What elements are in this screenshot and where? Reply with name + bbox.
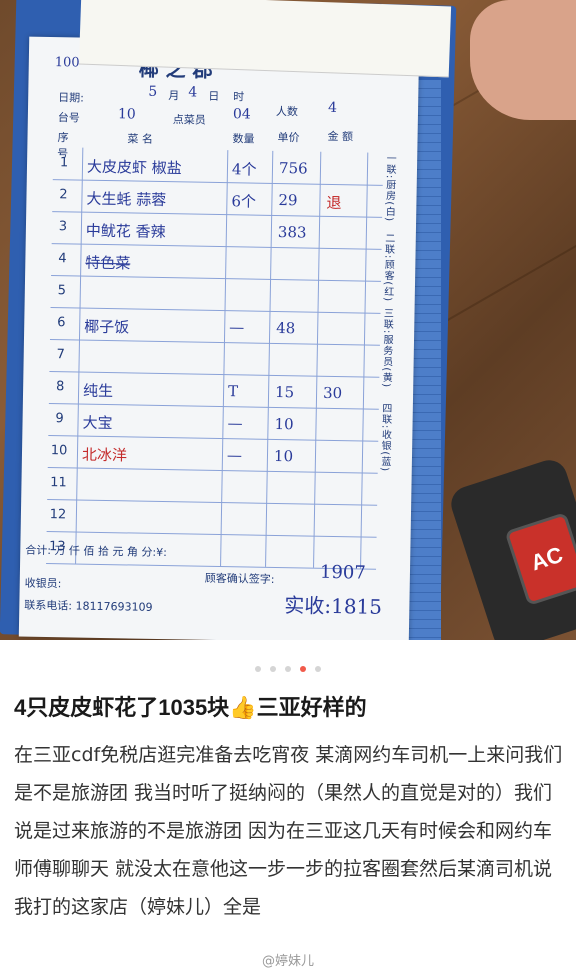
row-divider	[49, 339, 380, 346]
pager-dot[interactable]	[285, 666, 291, 672]
row-price: 48	[276, 318, 296, 338]
total-label: 合计: 万 仟 佰 拾 元 角 分:¥:	[25, 543, 167, 560]
row-divider	[48, 435, 379, 442]
row-n: 5	[57, 283, 67, 299]
handwritten-total: 1907	[319, 561, 366, 584]
date-month: 5	[148, 83, 158, 100]
row-divider	[51, 243, 382, 250]
cashier-label: 收银员:	[24, 576, 62, 591]
receipt-corner-number: 100	[54, 55, 80, 71]
row-n: 10	[50, 443, 68, 459]
row-price: 756	[278, 159, 308, 178]
row-divider	[50, 307, 381, 314]
day-unit: 日	[208, 89, 220, 103]
hour-unit: 时	[233, 90, 245, 104]
row-price: 10	[274, 414, 294, 434]
row-amount: 30	[322, 383, 343, 403]
row-n: 12	[49, 507, 67, 523]
row-n: 4	[58, 251, 67, 267]
row-qty: 6个	[231, 192, 257, 211]
row-divider	[47, 499, 378, 506]
row-price: 10	[273, 446, 294, 466]
pager-dot-active[interactable]	[300, 666, 307, 672]
month-unit: 月	[168, 89, 180, 103]
row-price: 15	[274, 382, 295, 402]
row-amount: 退	[326, 193, 342, 213]
col-divider	[220, 150, 229, 567]
post-title: 4只皮皮虾花了1035块👍三亚好样的	[14, 695, 367, 720]
pager-dot[interactable]	[254, 666, 261, 672]
table-number: 10	[117, 106, 136, 123]
watermark: @婷妹儿	[262, 954, 315, 969]
row-n: 6	[57, 315, 66, 331]
row-dish: 椰子饭	[84, 317, 130, 337]
row-n: 3	[58, 219, 68, 235]
guests-count: 4	[327, 99, 338, 117]
receipt-paper: 100 椰 之 郡 日期: 5 月 4 日 时 台号 10 点菜员 04 人数 …	[18, 36, 420, 640]
row-qty: T	[227, 382, 239, 401]
guests-label: 人数	[275, 104, 299, 119]
confirm-label: 顾客确认签字:	[204, 571, 275, 587]
row-divider	[47, 467, 378, 474]
folded-paper	[78, 0, 452, 78]
row-qty: —	[229, 318, 245, 337]
col-divider	[360, 152, 369, 569]
hand	[470, 0, 576, 120]
col-divider	[265, 150, 274, 567]
pager-dot[interactable]	[269, 666, 276, 672]
col-divider	[313, 151, 322, 568]
row-divider	[52, 179, 383, 186]
server-label: 点菜员	[172, 113, 206, 127]
row-qty: —	[226, 446, 243, 465]
row-n: 7	[56, 347, 65, 363]
row-qty: —	[227, 414, 243, 433]
server-number: 04	[232, 106, 251, 123]
col-price: 单价	[277, 130, 300, 145]
row-divider	[51, 275, 382, 282]
row-n: 1	[59, 155, 69, 171]
row-divider	[49, 371, 380, 378]
date-day: 4	[188, 84, 198, 101]
post-body: 在三亚cdf免税店逛完准备去吃宵夜 某滴网约车司机一上来问我们是不是旅游团 我当…	[14, 744, 563, 918]
row-dish: 大生蚝 蒜蓉	[86, 189, 167, 210]
row-divider	[46, 531, 377, 538]
row-qty: 4个	[231, 160, 257, 179]
side-label-3: 三联:服务员(黄)	[380, 307, 393, 389]
side-label-1: 一联:厨房(白)	[383, 152, 396, 223]
row-n: 11	[50, 475, 67, 491]
col-dish: 菜 名	[127, 132, 154, 146]
row-n: 9	[55, 411, 64, 427]
row-dish: 大宝	[82, 413, 113, 433]
row-n: 2	[59, 187, 68, 203]
col-qty: 数量	[232, 132, 255, 146]
row-dish: 大皮皮虾 椒盐	[86, 157, 182, 178]
col-divider	[75, 147, 84, 564]
phone-label: 联系电话: 18117693109	[24, 598, 153, 614]
row-price: 383	[277, 223, 307, 242]
row-dish: 北冰洋	[81, 445, 128, 465]
date-label: 日期:	[58, 91, 85, 105]
row-price: 29	[278, 191, 298, 210]
row-dish: 中鱿花 香辣	[85, 221, 166, 242]
side-label-4: 四联:收银(蓝)	[378, 402, 391, 473]
row-dish: 纯生	[82, 381, 114, 401]
image-pager[interactable]	[0, 657, 576, 676]
handwritten-paid: 实收:1815	[284, 593, 383, 619]
receipt-photo: 100 椰 之 郡 日期: 5 月 4 日 时 台号 10 点菜员 04 人数 …	[0, 0, 576, 640]
row-divider	[48, 403, 379, 410]
pager-dot[interactable]	[315, 666, 322, 672]
row-dish: 特色菜	[85, 253, 131, 273]
col-amount: 金 额	[327, 129, 354, 144]
side-label-2: 二联:顾客(红)	[381, 232, 394, 303]
table-label: 台号	[57, 111, 80, 125]
row-n: 8	[55, 379, 65, 395]
